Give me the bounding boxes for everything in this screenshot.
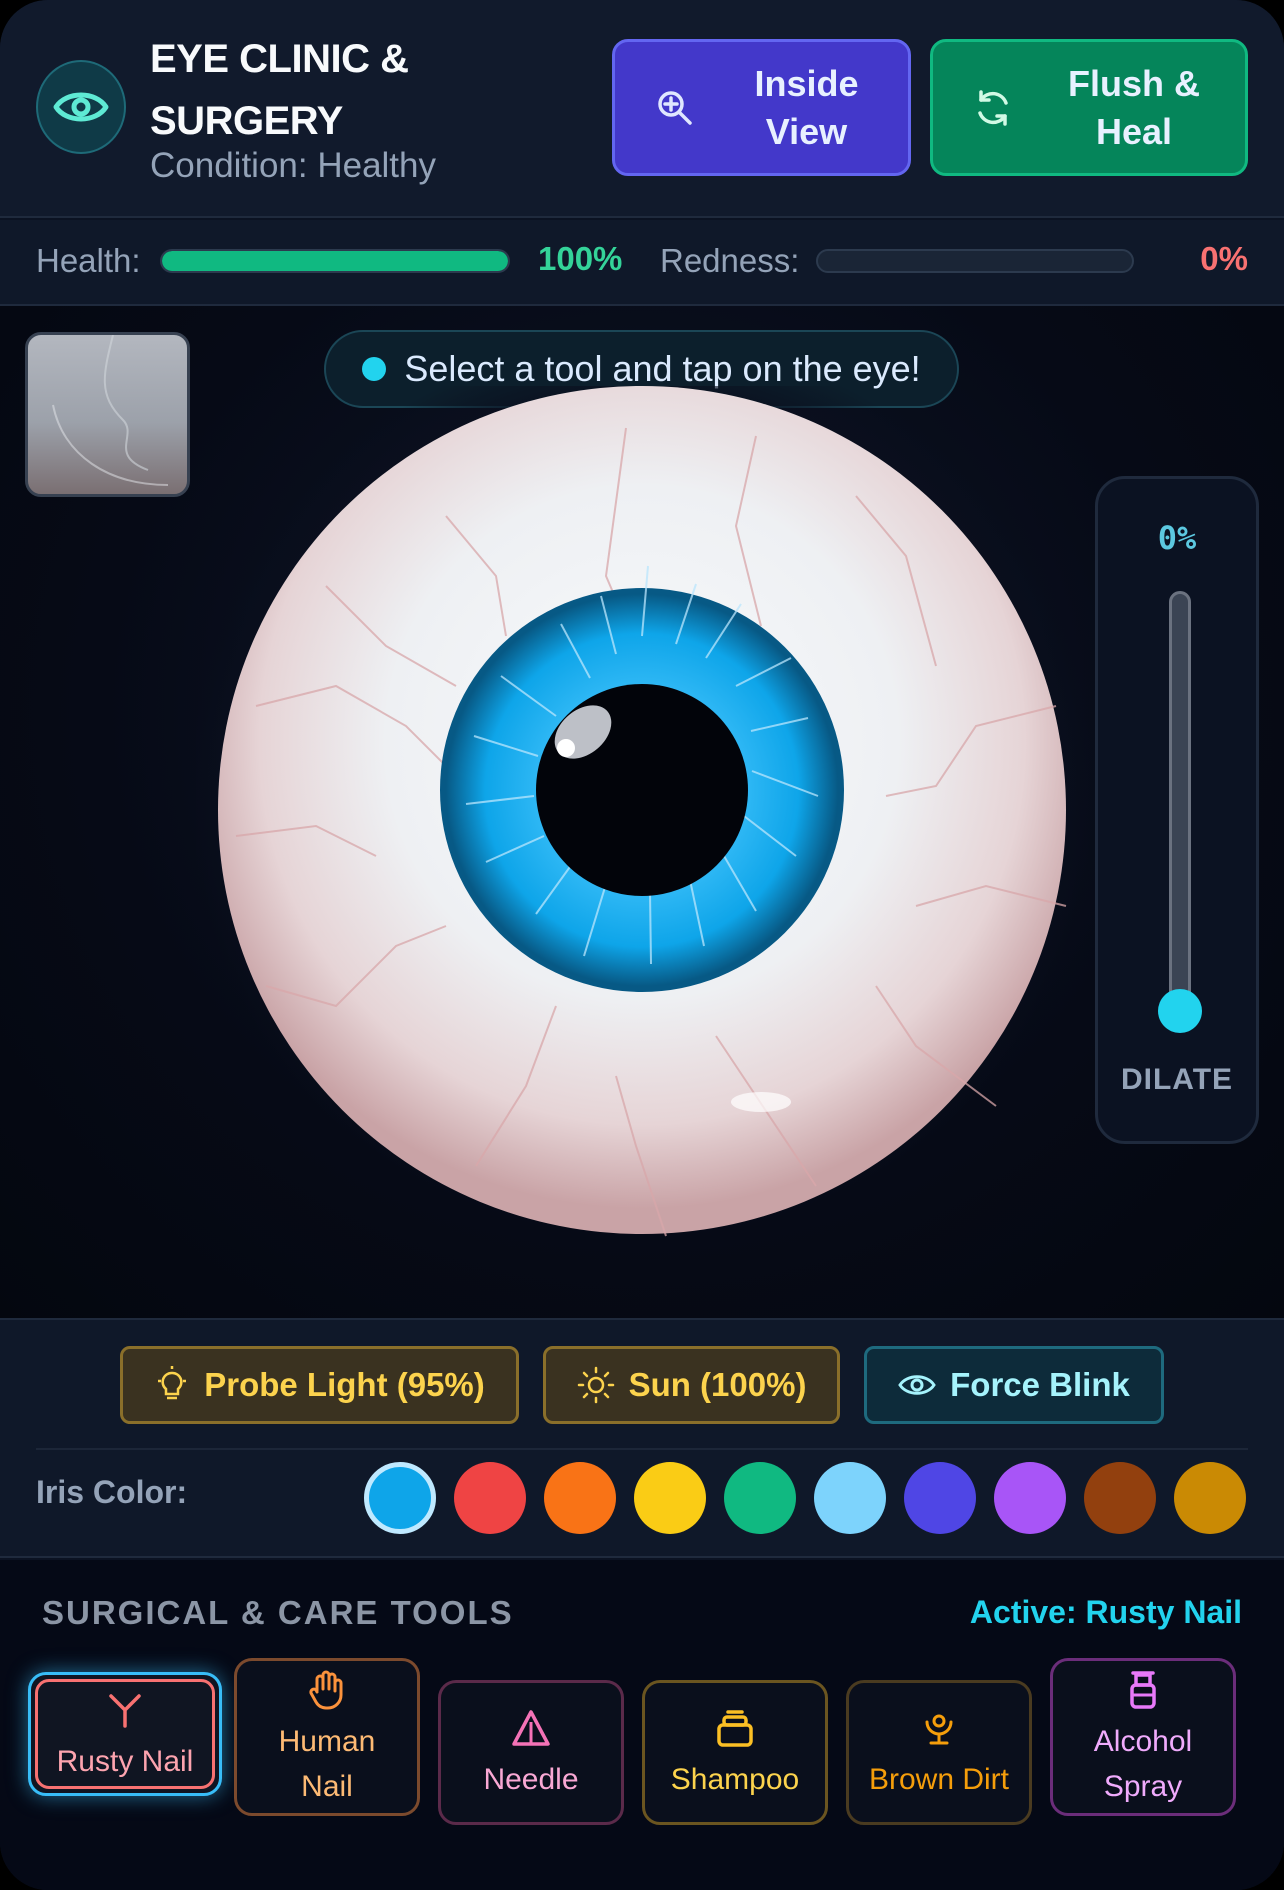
iris-color-swatch[interactable] [454, 1462, 526, 1534]
iris-color-swatch[interactable] [364, 1462, 436, 1534]
tool-shampoo[interactable]: Shampoo [642, 1680, 828, 1825]
app-title: EYE CLINIC & SURGERY [150, 37, 409, 143]
tool-label: Alcohol Spray [1093, 1725, 1193, 1803]
probe-light-label: Probe Light (95%) [204, 1366, 485, 1403]
tool-label: Brown Dirt [868, 1763, 1010, 1796]
force-blink-button[interactable]: Force Blink [864, 1346, 1164, 1424]
triangle-icon [510, 1703, 552, 1753]
status-bar: Health: 100% Redness: 0% [0, 220, 1284, 306]
tool-label: Shampoo [670, 1763, 800, 1796]
hand-icon [307, 1665, 347, 1715]
vein-sketch-icon [52, 335, 169, 486]
shovel-icon [919, 1703, 959, 1753]
tool-needle[interactable]: Needle [438, 1680, 624, 1825]
inside-view-button[interactable]: Inside View [612, 39, 911, 176]
inside-view-thumbnail[interactable] [25, 332, 190, 497]
lightbulb-icon [158, 1366, 187, 1400]
controls-panel: Probe Light (95%) Sun (100%) Force Blink… [0, 1318, 1284, 1558]
probe-light-button[interactable]: Probe Light (95%) [120, 1346, 519, 1424]
eye-stage: Select a tool and tap on the eye! 0% DIL… [0, 306, 1284, 1318]
divider [36, 1448, 1248, 1450]
eye-icon [53, 92, 109, 122]
redness-label: Redness: [660, 242, 800, 279]
iris-color-swatch[interactable] [904, 1462, 976, 1534]
tool-selected-outline [35, 1679, 215, 1789]
sun-button[interactable]: Sun (100%) [543, 1346, 840, 1424]
flush-heal-label: Flush & Heal [1068, 62, 1200, 152]
zoom-in-icon [645, 88, 705, 128]
status-dot-icon [362, 357, 387, 381]
iris-color-swatch[interactable] [1084, 1462, 1156, 1534]
sun-label: Sun (100%) [628, 1366, 807, 1403]
dilate-value: 0% [1157, 519, 1197, 557]
iris-color-swatch[interactable] [1174, 1462, 1246, 1534]
refresh-icon [963, 88, 1023, 128]
light-reflection [731, 1092, 791, 1112]
health-bar-fill [162, 251, 508, 271]
flush-heal-button[interactable]: Flush & Heal [930, 39, 1248, 176]
app-window: EYE CLINIC & SURGERY Condition: Healthy … [0, 0, 1284, 1890]
tool-rusty-nail[interactable]: Rusty Nail [28, 1672, 222, 1796]
eye-icon [898, 1375, 936, 1395]
iris-color-swatch[interactable] [544, 1462, 616, 1534]
dilate-slider-knob[interactable] [1158, 989, 1202, 1033]
sun-icon [577, 1366, 614, 1404]
dilate-panel: 0% DILATE [1095, 476, 1259, 1144]
health-value: 100% [538, 240, 623, 277]
tool-label: Needle [483, 1763, 579, 1796]
pupil-glint [557, 739, 575, 757]
tools-panel: SURGICAL & CARE TOOLS Active: Rusty Nail… [0, 1560, 1284, 1890]
tool-label: Human Nail [278, 1725, 376, 1803]
iris-color-swatch[interactable] [724, 1462, 796, 1534]
spray-bottle-icon [1125, 1665, 1161, 1715]
condition-status: Condition: Healthy [150, 146, 436, 185]
redness-bar [816, 249, 1134, 273]
tool-alcohol-spray[interactable]: Alcohol Spray [1050, 1658, 1236, 1816]
tool-brown-dirt[interactable]: Brown Dirt [846, 1680, 1032, 1825]
tool-human-nail[interactable]: Human Nail [234, 1658, 420, 1816]
active-tool-label: Active: Rusty Nail [969, 1594, 1242, 1630]
iris-color-swatch[interactable] [994, 1462, 1066, 1534]
iris-color-label: Iris Color: [36, 1474, 188, 1510]
dilate-slider-track[interactable] [1169, 591, 1191, 1011]
bottle-icon [714, 1703, 756, 1753]
pupil [536, 684, 748, 896]
eyeball[interactable] [196, 386, 1096, 1246]
iris-color-swatch[interactable] [634, 1462, 706, 1534]
health-bar [160, 249, 510, 273]
force-blink-label: Force Blink [950, 1366, 1130, 1403]
header: EYE CLINIC & SURGERY Condition: Healthy … [0, 0, 1284, 218]
tools-title: SURGICAL & CARE TOOLS [42, 1594, 514, 1631]
hint-text: Select a tool and tap on the eye! [404, 348, 921, 389]
dilate-label: DILATE [1120, 1063, 1234, 1096]
logo-badge [36, 60, 126, 154]
inside-view-label: Inside View [754, 62, 859, 152]
redness-value: 0% [1200, 240, 1248, 277]
health-label: Health: [36, 242, 141, 279]
iris-color-swatch[interactable] [814, 1462, 886, 1534]
